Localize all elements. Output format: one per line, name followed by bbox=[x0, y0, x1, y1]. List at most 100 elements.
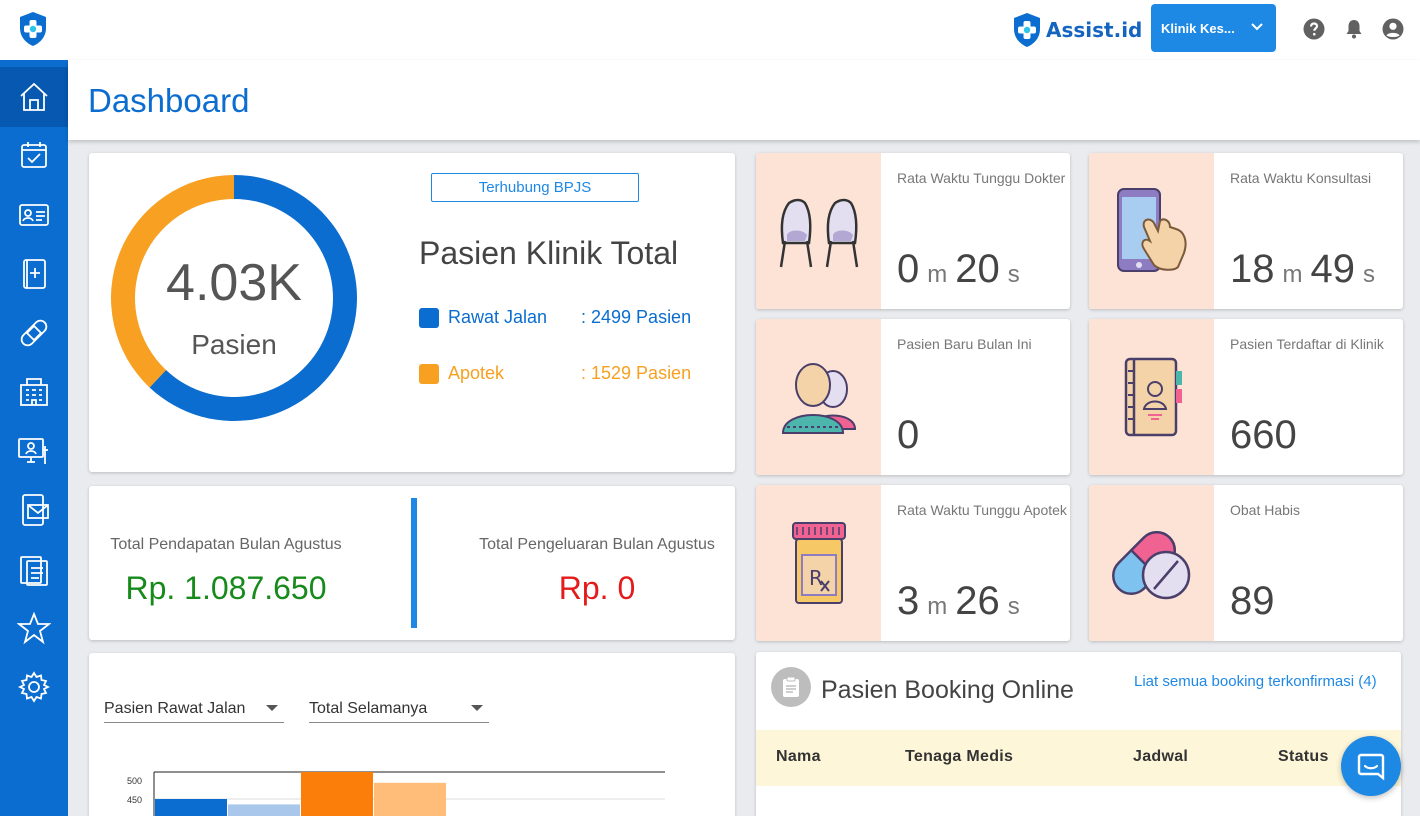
svg-text:R: R bbox=[809, 566, 823, 590]
stat-image-consult bbox=[1089, 153, 1214, 309]
income-value: Rp. 1.087.650 bbox=[125, 570, 327, 606]
view-confirmed-bookings-link[interactable]: Liat semua booking terkonfirmasi (4) bbox=[1134, 672, 1384, 691]
gear-icon bbox=[17, 671, 51, 703]
star-icon bbox=[17, 611, 51, 645]
patient-book-icon bbox=[1124, 357, 1182, 437]
column-header-schedule: Jadwal bbox=[1133, 748, 1189, 765]
stat-card-new-patients: Pasien Baru Bulan Ini 0 bbox=[756, 319, 1070, 475]
sidebar-item-patients[interactable] bbox=[0, 185, 68, 245]
chat-launcher-button[interactable] bbox=[1341, 736, 1401, 796]
stat-value-consult: 18 m 49 s bbox=[1230, 247, 1383, 292]
chart-bar bbox=[228, 804, 300, 816]
page-title: Dashboard bbox=[88, 82, 250, 119]
stat-second-unit: s bbox=[1007, 593, 1020, 620]
sidebar-item-settings[interactable] bbox=[0, 657, 68, 717]
sidebar-item-medical-record[interactable] bbox=[0, 244, 68, 304]
legend-rawat-jalan: Rawat Jalan : 2499 Pasien bbox=[419, 307, 691, 328]
stat-seconds: 49 bbox=[1310, 247, 1356, 291]
calendar-check-icon bbox=[21, 142, 47, 168]
rx-bottle-icon: R bbox=[791, 522, 846, 604]
stat-minutes: 3 bbox=[897, 579, 920, 623]
stat-minutes: 18 bbox=[1230, 247, 1275, 291]
stat-value-wait-doctor: 0 m 20 s bbox=[897, 247, 1028, 292]
total-patients-title: Pasien Klinik Total bbox=[419, 235, 679, 271]
legend-swatch-apotek bbox=[419, 363, 439, 384]
stat-label-registered: Pasien Terdaftar di Klinik bbox=[1230, 336, 1384, 352]
patient-chart-card: Pasien Rawat Jalan Total Selamanya 500 4… bbox=[89, 653, 735, 816]
stat-card-wait-doctor: Rata Waktu Tunggu Dokter 0 m 20 s bbox=[756, 153, 1070, 309]
legend-swatch-rawat-jalan bbox=[419, 307, 439, 328]
finance-divider bbox=[411, 498, 417, 628]
building-icon bbox=[20, 378, 48, 406]
chart-bar bbox=[374, 782, 446, 816]
sidebar-item-pharmacy[interactable] bbox=[0, 303, 68, 363]
bell-icon[interactable] bbox=[1342, 17, 1366, 41]
expense-label: Total Pengeluaran Bulan Agustus bbox=[479, 536, 715, 553]
stat-label-wait-pharmacy: Rata Waktu Tunggu Apotek bbox=[897, 502, 1067, 518]
sidebar-item-messages[interactable] bbox=[0, 480, 68, 540]
sidebar-item-facility[interactable] bbox=[0, 362, 68, 422]
sidebar-item-telemedicine[interactable] bbox=[0, 421, 68, 481]
stat-value-out-of-stock: 89 bbox=[1230, 579, 1275, 623]
stat-value-registered: 660 bbox=[1230, 413, 1297, 457]
clinic-select-value: Klinik Kes... bbox=[1161, 20, 1235, 36]
stat-seconds: 26 bbox=[955, 579, 1000, 623]
page-header: Dashboard bbox=[68, 60, 1420, 140]
booking-table-header: Nama Tenaga Medis Jadwal Status bbox=[756, 730, 1401, 786]
booking-title: Pasien Booking Online bbox=[821, 676, 1074, 704]
chart-bar bbox=[155, 799, 227, 816]
stat-minutes: 0 bbox=[897, 247, 920, 291]
stat-label-consult: Rata Waktu Konsultasi bbox=[1230, 170, 1372, 186]
app-logo-icon[interactable] bbox=[18, 11, 48, 47]
stat-value-wait-pharmacy: 3 m 26 s bbox=[897, 579, 1028, 624]
patients-group-icon bbox=[781, 363, 856, 434]
stat-minute-unit: m bbox=[1282, 261, 1303, 288]
bpjs-status-badge[interactable]: Terhubung BPJS bbox=[431, 173, 639, 202]
top-bar: Assist.id Klinik Kes... bbox=[0, 0, 1420, 60]
stat-image-new-patients bbox=[756, 319, 881, 475]
clipboard-icon bbox=[20, 556, 48, 586]
stat-label-wait-doctor: Rata Waktu Tunggu Dokter bbox=[897, 170, 1066, 186]
stat-minute-unit: m bbox=[927, 261, 948, 288]
legend-name-apotek: Apotek bbox=[448, 363, 505, 383]
pill-capsule-icon bbox=[1111, 531, 1190, 600]
finance-card: Total Pendapatan Bulan Agustus Rp. 1.087… bbox=[89, 486, 735, 640]
stat-label-out-of-stock: Obat Habis bbox=[1230, 502, 1301, 518]
stat-minute-unit: m bbox=[927, 593, 948, 620]
stat-image-wait-doctor bbox=[756, 153, 881, 309]
mobile-mail-icon bbox=[22, 494, 49, 526]
sidebar-item-home[interactable] bbox=[0, 67, 68, 127]
brand-logo: Assist.id bbox=[1012, 10, 1142, 50]
chevron-down-icon bbox=[1251, 23, 1263, 31]
y-tick-label: 450 bbox=[127, 795, 142, 805]
total-patients-value: 4.03K bbox=[166, 254, 302, 312]
waiting-chairs-icon bbox=[779, 198, 858, 268]
patient-bar-chart: 500 450 bbox=[127, 771, 665, 816]
income-label: Total Pendapatan Bulan Agustus bbox=[110, 536, 342, 553]
booking-card: Pasien Booking Online Liat semua booking… bbox=[756, 652, 1401, 816]
legend-value-rawat-jalan: : 2499 Pasien bbox=[581, 307, 692, 327]
legend-name-rawat-jalan: Rawat Jalan bbox=[448, 307, 548, 327]
stat-card-registered: Pasien Terdaftar di Klinik 660 bbox=[1089, 319, 1403, 475]
stat-label-new-patients: Pasien Baru Bulan Ini bbox=[897, 336, 1032, 352]
monitor-doctor-icon bbox=[18, 438, 48, 464]
clinic-select[interactable]: Klinik Kes... bbox=[1151, 4, 1276, 52]
sidebar-item-rating[interactable] bbox=[0, 598, 68, 658]
account-icon[interactable] bbox=[1381, 17, 1405, 41]
medical-book-icon bbox=[23, 259, 46, 289]
brand-shield-icon bbox=[1014, 13, 1040, 47]
help-icon[interactable] bbox=[1302, 17, 1326, 41]
sidebar-item-schedule[interactable] bbox=[0, 125, 68, 185]
legend-apotek: Apotek : 1529 Pasien bbox=[419, 363, 691, 384]
column-header-name: Nama bbox=[776, 748, 821, 765]
stat-seconds: 20 bbox=[955, 247, 1000, 291]
y-tick-label: 500 bbox=[127, 776, 142, 786]
stat-image-registered bbox=[1089, 319, 1214, 475]
sidebar-item-reports[interactable] bbox=[0, 539, 68, 599]
stat-second-unit: s bbox=[1363, 261, 1375, 288]
chart-bar bbox=[301, 772, 373, 816]
sidebar bbox=[0, 60, 68, 816]
id-card-icon bbox=[19, 204, 49, 226]
stat-card-consult: Rata Waktu Konsultasi 18 m 49 s bbox=[1089, 153, 1403, 309]
legend-value-apotek: : 1529 Pasien bbox=[581, 363, 692, 383]
